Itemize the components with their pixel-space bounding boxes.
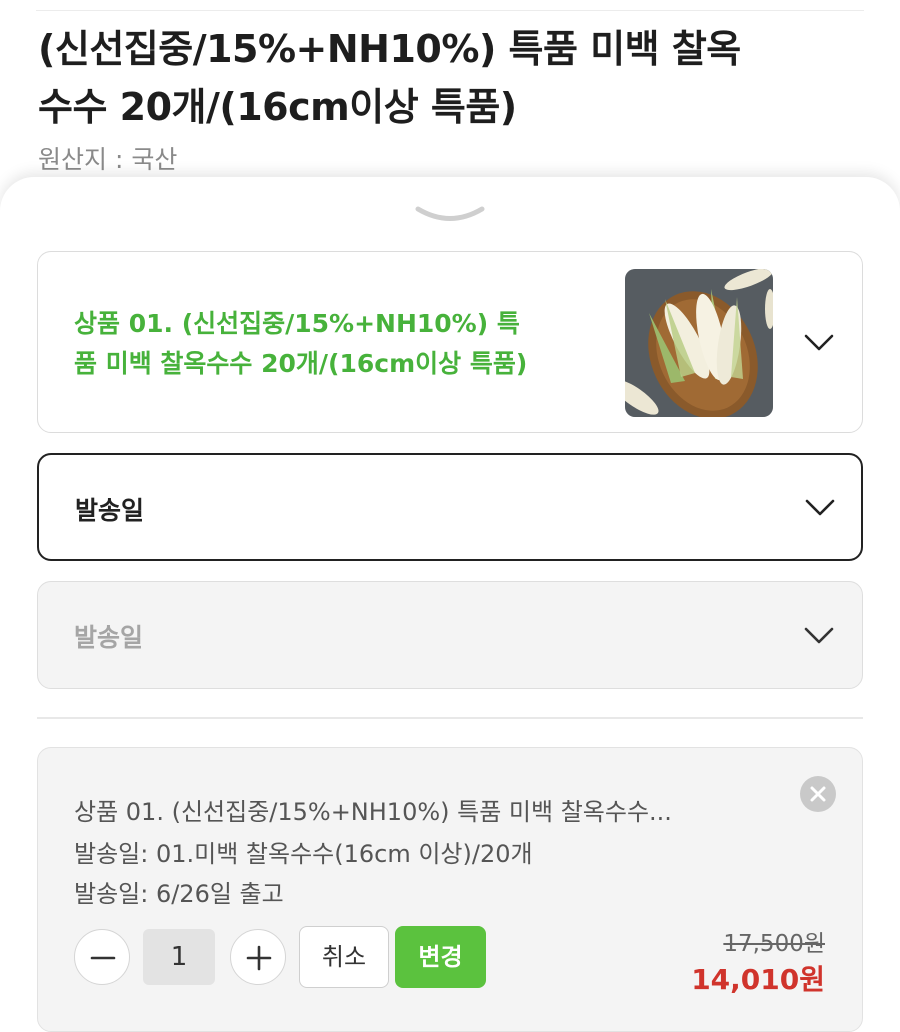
plus-icon: [246, 945, 272, 971]
product-title: (신선집중/15%+NH10%) 특품 미백 찰옥 수수 20개/(16cm이상…: [38, 20, 838, 136]
quantity-value[interactable]: 1: [143, 929, 215, 985]
ship-date-select-label: 발송일: [75, 496, 145, 525]
option-product-title: 상품 01. (신선집중/15%+NH10%) 특 품 미백 찰옥수수 20개/…: [74, 304, 604, 384]
origin-label: 원산지 : 국산: [38, 145, 178, 174]
product-option-selector[interactable]: 상품 01. (신선집중/15%+NH10%) 특 품 미백 찰옥수수 20개/…: [37, 251, 863, 433]
product-title-line1: (신선집중/15%+NH10%) 특품 미백 찰옥: [38, 27, 741, 71]
product-thumbnail: [625, 269, 773, 417]
ship-date-select-disabled-label: 발송일: [74, 623, 144, 652]
quantity-decrease-button[interactable]: [74, 929, 130, 985]
sheet-collapse-handle-icon[interactable]: [414, 204, 486, 226]
minus-icon: [90, 956, 116, 960]
option-title-line2: 품 미백 찰옥수수 20개/(16cm이상 특품): [74, 349, 528, 378]
close-icon: [810, 786, 826, 802]
option-title-line1: 상품 01. (신선집중/15%+NH10%) 특: [74, 309, 520, 338]
product-title-line2: 수수 20개/(16cm이상 특품): [38, 85, 517, 129]
chevron-down-icon: [805, 499, 835, 516]
summary-option-line: 발송일: 01.미백 찰옥수수(16cm 이상)/20개: [74, 840, 533, 868]
ship-date-select[interactable]: 발송일: [37, 453, 863, 561]
chevron-down-icon: [804, 627, 834, 644]
quantity-increase-button[interactable]: [230, 929, 286, 985]
ship-date-select-disabled: 발송일: [37, 581, 863, 689]
summary-ship-date-line: 발송일: 6/26일 출고: [74, 880, 284, 908]
corn-photo-icon: [625, 269, 773, 417]
remove-option-button[interactable]: [800, 776, 836, 812]
original-price: 17,500원: [723, 931, 825, 957]
sale-price: 14,010원: [691, 963, 825, 996]
chevron-down-icon: [804, 334, 834, 351]
cancel-button[interactable]: 취소: [299, 926, 389, 988]
change-button[interactable]: 변경: [395, 926, 486, 988]
section-divider: [37, 717, 863, 719]
selected-option-summary: 상품 01. (신선집중/15%+NH10%) 특품 미백 찰옥수수... 발송…: [37, 747, 863, 1032]
top-divider: [36, 10, 864, 11]
summary-product-name: 상품 01. (신선집중/15%+NH10%) 특품 미백 찰옥수수...: [74, 798, 672, 826]
